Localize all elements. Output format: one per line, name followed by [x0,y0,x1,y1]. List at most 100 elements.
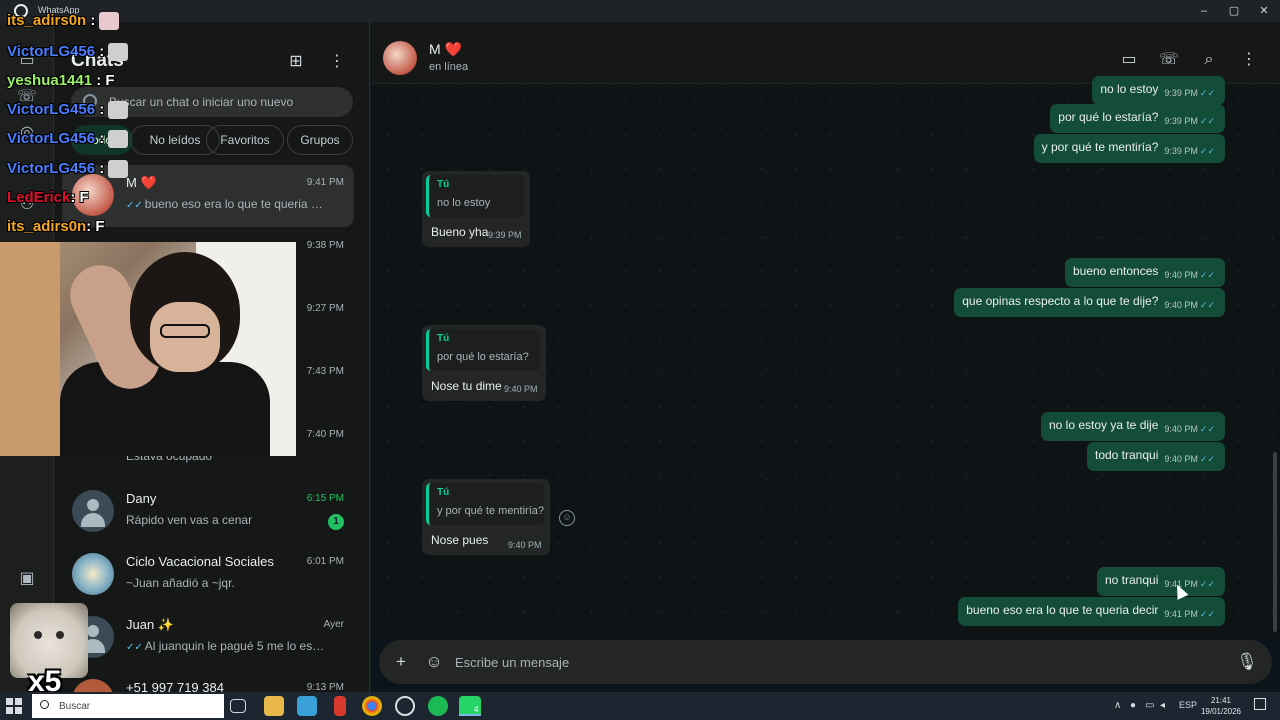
read-ticks-icon: ✓✓ [126,642,143,653]
quoted-message[interactable]: Tú y por qué te mentiría? [426,483,544,525]
voice-call-icon[interactable]: ☏ [1157,48,1181,72]
app-icon[interactable] [334,696,346,716]
chat-preview: Rápido ven vas a cenar [126,513,253,527]
quoted-message[interactable]: Tú no lo estoy [426,175,524,217]
chat-time: 6:15 PM [306,493,344,504]
title-bar: WhatsApp – ▢ ✕ [0,0,1280,22]
cat-emote-icon [108,130,129,149]
app-window: WhatsApp – ▢ ✕ ▭ ☏ ◎ ◌ ⚇ ▣ Chats ⊞ ⋮ Tod… [0,0,1280,720]
chat-time: 9:13 PM [306,682,344,692]
unread-badge: 1 [328,514,344,530]
stream-chat-line: VictorLG456 : [7,160,129,179]
chat-name: Ciclo Vacacional Sociales [126,554,274,569]
chat-time: 9:38 PM [306,240,344,251]
cat-emote-icon [108,101,129,120]
task-view-icon[interactable] [230,699,246,713]
sticker-icon[interactable]: ☺ [422,650,446,674]
emote-icon [99,12,120,31]
chat-row-phone[interactable]: +51 997 719 384 9:13 PM [62,670,354,692]
taskbar-search-input[interactable] [59,698,209,714]
contact-status: en línea [429,61,469,73]
chat-time: 7:40 PM [306,429,344,440]
notes-app-icon[interactable] [297,696,317,716]
cat-emote-icon [108,43,129,62]
menu-icon[interactable]: ⋮ [325,50,349,74]
contact-name[interactable]: M ❤️ [429,41,462,58]
clock[interactable]: 21:41 19/01/2026 [1196,695,1246,717]
message-input[interactable] [455,652,1215,672]
message-incoming-reply[interactable]: Tú no lo estoy Bueno yha 9:39 PM [422,171,530,247]
language-indicator[interactable]: ESP [1179,700,1197,710]
obs-icon[interactable] [395,696,415,716]
video-call-icon[interactable]: ▭ [1117,48,1141,72]
stream-chat-line: LedErick: F [7,189,89,206]
stream-chat-line: yeshua1441 : F [7,72,115,89]
message-incoming-reply[interactable]: Tú por qué lo estaría? Nose tu dime 9:40… [422,325,546,401]
message-outgoing[interactable]: no lo estoy 9:39 PM ✓✓ [1092,76,1225,105]
chat-name: Juan ✨ [126,617,174,632]
chat-row-ciclo[interactable]: Ciclo Vacacional Sociales 6:01 PM ~Juan … [62,544,354,606]
message-composer: + ☺ 🎙 [379,640,1272,684]
attach-plus-icon[interactable]: + [389,650,413,674]
conversation-header[interactable]: M ❤️ en línea ▭ ☏ ⌕ ⋮ [371,22,1280,84]
message-outgoing[interactable]: por qué lo estaría? 9:39 PM ✓✓ [1050,104,1225,133]
filter-groups[interactable]: Grupos [287,125,353,155]
whatsapp-badge: 4 [474,705,479,714]
chat-name: Dany [126,491,157,506]
stream-chat-line: VictorLG456 : [7,43,129,62]
chat-preview: ~Juan añadió a ~jqr. [126,576,235,590]
minimize-button[interactable]: – [1196,3,1212,19]
chat-row-juan[interactable]: Juan ✨ Ayer ✓✓ Al juanquin le pagué 5 me … [62,607,354,669]
chat-row-dany[interactable]: Dany 6:15 PM Rápido ven vas a cenar 1 [62,481,354,543]
stream-chat-line: VictorLG456 : [7,130,129,149]
close-button[interactable]: ✕ [1256,3,1272,19]
chat-time: Ayer [323,619,344,630]
chat-time: 9:41 PM [306,177,344,188]
menu-icon[interactable]: ⋮ [1237,48,1261,72]
stream-chat-line: its_adirs0n : [7,12,120,31]
emoji-reaction-icon[interactable]: ☺ [559,510,575,526]
chat-time: 9:27 PM [306,303,344,314]
tray-mic-icon[interactable]: ● [1130,700,1136,711]
message-outgoing[interactable]: y por qué te mentiría? 9:39 PM ✓✓ [1033,134,1225,163]
chat-name: +51 997 719 384 [126,680,224,692]
media-icon[interactable]: ▣ [15,567,39,591]
message-outgoing[interactable]: no lo estoy ya te dije 9:40 PM ✓✓ [1040,412,1225,441]
chrome-icon[interactable] [362,696,382,716]
windows-start-icon[interactable] [6,698,22,714]
chat-name: M ❤️ [126,175,157,190]
search-icon[interactable]: ⌕ [1197,48,1221,72]
conversation-panel: M ❤️ en línea ▭ ☏ ⌕ ⋮ no lo estoy 9:39 PM… [371,22,1280,692]
quoted-message[interactable]: Tú por qué lo estaría? [426,329,540,371]
message-outgoing[interactable]: que opinas respecto a lo que te dije? 9:4… [954,288,1225,317]
tray-chevron-icon[interactable]: ∧ [1114,700,1121,711]
stream-chat-line: VictorLG456 : [7,101,129,120]
spotify-icon[interactable] [428,696,448,716]
avatar [72,679,114,692]
chat-preview: ✓✓ Al juanquin le pagué 5 me lo está h... [126,639,326,653]
notification-icon[interactable] [1254,698,1266,710]
tray-volume-icon[interactable]: ◂ [1160,700,1165,711]
microphone-icon[interactable]: 🎙 [1235,650,1259,674]
search-input[interactable] [109,93,339,111]
contact-avatar[interactable] [383,41,417,75]
message-outgoing[interactable]: todo tranqui 9:40 PM ✓✓ [1086,442,1225,471]
message-outgoing[interactable]: no tranqui 9:41 PM ✓✓ [1097,567,1225,596]
avatar [72,490,114,532]
taskbar: 4 ∧ ● ▭ ◂ ESP 21:41 19/01/2026 [0,692,1280,720]
filter-favorites[interactable]: Favoritos [206,125,284,155]
scrollbar[interactable] [1273,452,1277,632]
message-outgoing[interactable]: bueno entonces 9:40 PM ✓✓ [1064,258,1225,287]
webcam-overlay [0,242,296,456]
maximize-button[interactable]: ▢ [1226,3,1242,19]
search-icon [40,700,49,709]
file-explorer-icon[interactable] [264,696,284,716]
new-chat-icon[interactable]: ⊞ [284,50,308,74]
read-ticks-icon: ✓✓ [126,200,143,211]
chat-time: 6:01 PM [306,556,344,567]
avatar [72,553,114,595]
message-outgoing[interactable]: bueno eso era lo que te queria decir 9:41… [958,597,1225,626]
tray-network-icon[interactable]: ▭ [1145,700,1154,711]
cat-emote-icon [108,160,129,179]
message-incoming-reply[interactable]: Tú y por qué te mentiría? Nose pues 9:40… [422,479,550,555]
